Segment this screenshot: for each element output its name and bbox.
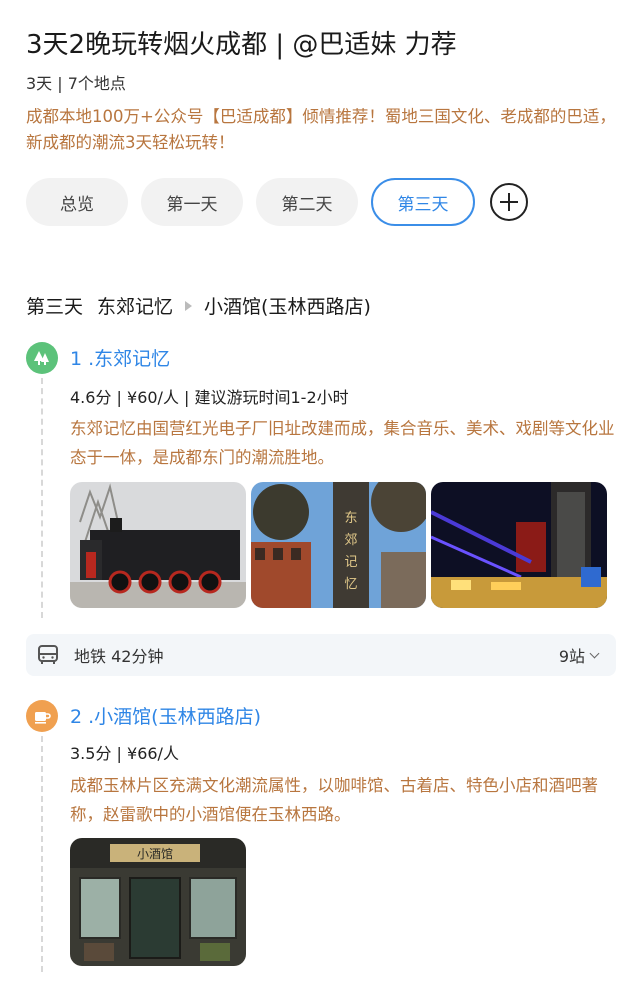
trip-description: 成都本地100万+公众号【巴适成都】倾情推荐！蜀地三国文化、老成都的巴适，新成都… — [26, 107, 616, 152]
route-summary: 第三天 东郊记忆 小酒馆(玉林西路店) — [26, 292, 371, 319]
poi-description: 成都玉林片区充满文化潮流属性，以咖啡馆、古着店、特色小店和酒吧著称，赵雷歌中的小… — [70, 776, 598, 824]
poi-description: 东郊记忆由国营红光电子厂旧址改建而成，集合音乐、美术、戏剧等文化业态于一体，是成… — [70, 419, 615, 467]
tab-overview[interactable]: 总览 — [26, 178, 128, 226]
poi-stats: 4.6分 | ¥60/人 | 建议游玩时间1-2小时 — [70, 388, 349, 407]
transit-mode: 地铁 42分钟 — [74, 647, 164, 666]
tab-day-3[interactable]: 第三天 — [371, 178, 475, 226]
poi-name[interactable]: 2 .小酒馆(玉林西路店) — [70, 702, 261, 729]
route-day: 第三天 — [26, 296, 84, 318]
trip-meta: 3天 | 7个地点 — [26, 74, 126, 93]
svg-text:记: 记 — [344, 555, 357, 570]
svg-text:忆: 忆 — [344, 576, 357, 592]
route-from[interactable]: 东郊记忆 — [97, 292, 173, 319]
route-arrow-icon — [185, 300, 193, 311]
timeline-line — [41, 736, 43, 972]
photo-night-street[interactable] — [431, 482, 607, 608]
page-title: 3天2晚玩转烟火成都 | @巴适妹 力荐 — [26, 30, 457, 60]
transit-info[interactable]: 地铁 42分钟 9站 — [26, 634, 616, 676]
photo-dongjiao-sign[interactable]: 东 郊 记 忆 — [251, 482, 426, 608]
poi-stats: 3.5分 | ¥66/人 — [70, 744, 179, 763]
transit-stops[interactable]: 9站 — [558, 643, 600, 667]
tree-icon — [26, 342, 58, 374]
route-to[interactable]: 小酒馆(玉林西路店) — [204, 292, 371, 319]
tab-day-2[interactable]: 第二天 — [256, 178, 358, 226]
timeline-line — [41, 378, 43, 618]
day-tabs: 总览 第一天 第二天 第三天 — [26, 178, 528, 226]
chevron-down-icon — [589, 648, 600, 658]
add-day-button[interactable] — [490, 183, 528, 221]
transit-stops-label: 9站 — [558, 647, 585, 666]
poi-name[interactable]: 1 .东郊记忆 — [70, 344, 170, 371]
photo-little-bar[interactable]: 小酒馆 — [70, 838, 246, 966]
coffee-cup-icon — [26, 700, 58, 732]
tab-day-1[interactable]: 第一天 — [141, 178, 243, 226]
svg-text:小酒馆: 小酒馆 — [137, 846, 173, 861]
bus-icon — [38, 645, 58, 664]
photo-steam-locomotive[interactable] — [70, 482, 246, 608]
svg-text:郊: 郊 — [344, 532, 357, 548]
svg-text:东: 东 — [344, 511, 357, 526]
